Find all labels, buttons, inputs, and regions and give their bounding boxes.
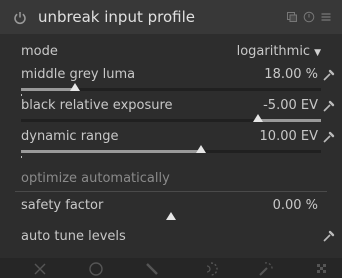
auto-tune-levels-label: auto tune levels <box>21 229 126 244</box>
circle-icon[interactable] <box>88 261 104 277</box>
mode-label: mode <box>21 44 58 59</box>
middle-grey-luma-thumb[interactable] <box>70 83 80 91</box>
middle-grey-luma-track[interactable] <box>21 83 321 97</box>
section-divider <box>15 191 327 192</box>
reset-icon[interactable] <box>303 11 315 23</box>
close-icon[interactable] <box>32 261 48 277</box>
black-relative-exposure-track[interactable] <box>21 114 321 128</box>
color-picker-icon[interactable] <box>322 229 336 243</box>
color-picker-icon[interactable] <box>322 68 336 82</box>
module-title: unbreak input profile <box>38 8 195 26</box>
middle-grey-luma-fill <box>21 88 75 91</box>
middle-grey-luma-label: middle grey luma <box>21 67 136 82</box>
black-relative-exposure-fill <box>258 119 321 122</box>
dynamic-range-fill <box>21 150 201 153</box>
safety-factor-value: 0.00 % <box>272 198 318 213</box>
module-header[interactable]: unbreak input profile <box>0 0 342 34</box>
safety-factor-track[interactable] <box>21 212 321 226</box>
line-icon[interactable] <box>144 261 160 277</box>
black-relative-exposure-label: black relative exposure <box>21 98 173 113</box>
power-icon[interactable] <box>13 11 27 25</box>
module-panel: unbreak input profile mode logarithmic ▼ … <box>0 0 342 278</box>
black-relative-exposure-thumb[interactable] <box>253 114 263 122</box>
ellipse-icon[interactable] <box>202 261 218 277</box>
safety-factor-thumb[interactable] <box>166 212 176 220</box>
mask-toolbar <box>0 258 342 278</box>
mode-combobox[interactable]: mode logarithmic ▼ <box>21 44 321 64</box>
dropdown-arrow-icon: ▼ <box>314 48 321 58</box>
color-picker-icon[interactable] <box>322 99 336 113</box>
mode-value: logarithmic <box>236 44 311 59</box>
path-icon[interactable] <box>258 261 274 277</box>
dynamic-range-value: 10.00 EV <box>259 129 318 144</box>
color-picker-icon[interactable] <box>322 130 336 144</box>
menu-icon[interactable] <box>320 11 332 23</box>
optimize-section-label: optimize automatically <box>21 171 170 186</box>
middle-grey-luma-value: 18.00 % <box>264 67 318 82</box>
dynamic-range-track[interactable] <box>21 145 321 159</box>
dynamic-range-label: dynamic range <box>21 129 119 144</box>
black-relative-exposure-value: -5.00 EV <box>263 98 318 113</box>
brush-icon[interactable] <box>314 261 330 277</box>
auto-tune-levels-button[interactable]: auto tune levels <box>21 229 321 249</box>
dynamic-range-thumb[interactable] <box>196 145 206 153</box>
presets-icon[interactable] <box>286 11 298 23</box>
safety-factor-label: safety factor <box>21 198 104 213</box>
